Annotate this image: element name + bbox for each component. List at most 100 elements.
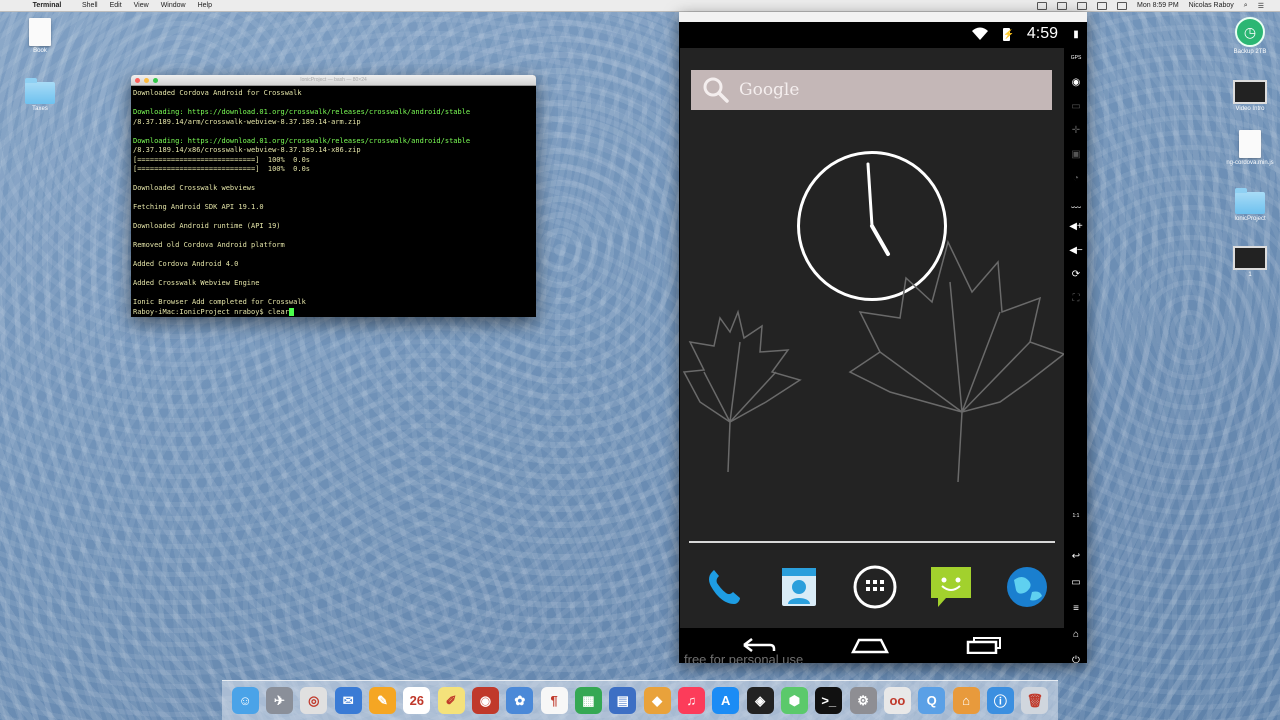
dock-app-store-icon[interactable]: A bbox=[712, 687, 740, 714]
sidebar-fullscreen-icon[interactable]: ⛶ bbox=[1068, 290, 1084, 306]
sidebar-one-to-one-button[interactable]: 1:1 bbox=[1068, 508, 1084, 524]
terminal-prompt[interactable]: Raboy-iMac:IonicProject nraboy$ clear bbox=[133, 307, 534, 318]
terminal-line: /8.37.189.14/x86/crosswalk-webview-8.37.… bbox=[133, 146, 361, 154]
desktop-icon-ionic-project[interactable]: IonicProject bbox=[1220, 188, 1280, 222]
phone-icon bbox=[709, 570, 740, 604]
sidebar-back-icon[interactable]: ↩ bbox=[1068, 548, 1084, 564]
app-drawer-icon bbox=[853, 565, 897, 609]
terminal-line: [============================] 100% 0.0s bbox=[133, 155, 311, 164]
dock-preview-icon[interactable]: ✉ bbox=[334, 687, 362, 714]
dock-photos-icon[interactable]: ✿ bbox=[506, 687, 534, 714]
browser-globe-icon bbox=[1007, 567, 1047, 607]
dock-trash-icon[interactable]: 🗑 bbox=[1021, 687, 1049, 714]
sidebar-dpad-icon[interactable]: ✛ bbox=[1068, 122, 1084, 138]
dock-system-preferences-icon[interactable]: ⚙ bbox=[849, 687, 877, 714]
spotlight-icon[interactable]: ⌕ bbox=[1244, 2, 1248, 10]
sidebar-rss-icon[interactable]: ◔ bbox=[1068, 170, 1084, 186]
desktop-icon-label: IonicProject bbox=[1234, 216, 1266, 222]
terminal-line: Downloaded Android runtime (API 19) bbox=[133, 222, 281, 230]
desktop-icon-ng-cordova[interactable]: ng-cordova.min.js bbox=[1220, 130, 1280, 166]
google-search-label: Google bbox=[739, 80, 800, 100]
video-file-icon bbox=[1233, 80, 1267, 104]
terminal-line: Removed old Cordova Android platform bbox=[133, 241, 285, 249]
app-drawer-button[interactable] bbox=[852, 564, 898, 610]
dock-chrome-icon[interactable]: ◎ bbox=[300, 687, 328, 714]
dock-unity-icon[interactable]: ◈ bbox=[746, 687, 774, 714]
menubar-clock[interactable]: Mon 8:59 PM bbox=[1137, 2, 1179, 9]
menu-help[interactable]: Help bbox=[192, 2, 218, 9]
rotate-icon[interactable]: ⟳ bbox=[1068, 266, 1084, 282]
desktop-icon-backup[interactable]: ◷ Backup 2TB bbox=[1220, 17, 1280, 55]
dock-pages-icon[interactable]: ✎ bbox=[368, 687, 396, 714]
wifi-icon[interactable] bbox=[1077, 1, 1088, 10]
watermark-text: free for personal use bbox=[684, 652, 804, 663]
dock-itunes-icon[interactable]: ♫ bbox=[677, 687, 705, 714]
dock-sketch-icon[interactable]: ◆ bbox=[643, 687, 671, 714]
home-icon bbox=[851, 638, 889, 654]
emulator-control-sidebar: ▮ GPS ◉ ▭ ✛ ▣ ◔ ﹏ ◀+ ◀− ⟳ ⛶ 1:1 ↩ ▭ ≡ ⌂ … bbox=[1065, 22, 1087, 666]
desktop-icon-taxes[interactable]: Taxes bbox=[10, 78, 70, 112]
nav-home-button[interactable] bbox=[850, 634, 890, 656]
bluetooth-icon[interactable] bbox=[1057, 1, 1068, 10]
dock-numbers-icon[interactable]: ▦ bbox=[574, 687, 602, 714]
android-emulator[interactable]: ⚡ 4:59 Google free for personal use ▮ GP… bbox=[679, 12, 1087, 666]
dock-textedit-icon[interactable]: ¶ bbox=[540, 687, 568, 714]
desktop-icon-label: Video Intro bbox=[1235, 106, 1265, 112]
dock-finder-icon[interactable]: ☺ bbox=[231, 687, 259, 714]
nav-recents-button[interactable] bbox=[964, 634, 1004, 656]
battery-icon[interactable] bbox=[1117, 1, 1128, 10]
dock-keynote-icon[interactable]: ▤ bbox=[609, 687, 637, 714]
menu-window[interactable]: Window bbox=[155, 2, 192, 9]
dock-calendar-icon[interactable]: 26 bbox=[403, 687, 431, 714]
terminal-line: Added Cordova Android 4.0 bbox=[133, 260, 239, 268]
sidebar-power-icon[interactable]: ▮ bbox=[1068, 26, 1084, 42]
sidebar-menu-icon[interactable]: ≡ bbox=[1068, 600, 1084, 616]
sidebar-recents-icon[interactable]: ▭ bbox=[1068, 574, 1084, 590]
sidebar-id-icon[interactable]: ▣ bbox=[1068, 146, 1084, 162]
desktop-icon-screen[interactable]: 1 bbox=[1220, 246, 1280, 278]
menubar-user[interactable]: Nicolas Raboy bbox=[1189, 2, 1234, 9]
volume-up-icon[interactable]: ◀+ bbox=[1068, 218, 1084, 234]
emulator-titlebar[interactable] bbox=[679, 12, 1087, 22]
desktop-icon-video-intro[interactable]: Video Intro bbox=[1220, 80, 1280, 112]
sidebar-gps-button[interactable]: GPS bbox=[1068, 50, 1084, 66]
android-home-screen[interactable]: ⚡ 4:59 Google free for personal use bbox=[680, 22, 1064, 663]
contacts-app-button[interactable] bbox=[776, 564, 822, 610]
menu-shell[interactable]: Shell bbox=[76, 2, 104, 9]
menu-bar: Terminal Shell Edit View Window Help Mon… bbox=[0, 0, 1280, 12]
dock-quicktime-icon[interactable]: Q bbox=[918, 687, 946, 714]
google-search-bar[interactable]: Google bbox=[691, 70, 1052, 110]
dropbox-icon[interactable] bbox=[1037, 1, 1048, 10]
dock-launchpad-icon[interactable]: ✈ bbox=[265, 687, 293, 714]
menu-edit[interactable]: Edit bbox=[104, 2, 128, 9]
messaging-app-button[interactable] bbox=[928, 564, 974, 610]
dock-maps-icon[interactable]: ⬢ bbox=[780, 687, 808, 714]
terminal-title: IonicProject — bash — 80×24 bbox=[300, 77, 367, 83]
menu-view[interactable]: View bbox=[128, 2, 155, 9]
sidebar-power-button-icon[interactable]: ⏻ bbox=[1068, 652, 1084, 668]
dock-flickr-icon[interactable]: oo bbox=[883, 687, 911, 714]
sidebar-home-icon[interactable]: ⌂ bbox=[1068, 626, 1084, 642]
terminal-titlebar[interactable]: IonicProject — bash — 80×24 bbox=[131, 75, 536, 86]
desktop-icon-label: Backup 2TB bbox=[1233, 49, 1267, 55]
sidebar-camera-icon[interactable]: ◉ bbox=[1068, 74, 1084, 90]
volume-icon[interactable] bbox=[1097, 1, 1108, 10]
terminal-line: Ionic Browser Add completed for Crosswal… bbox=[133, 298, 306, 306]
notifications-icon[interactable]: ☰ bbox=[1258, 2, 1264, 10]
terminal-window[interactable]: IonicProject — bash — 80×24 Downloaded C… bbox=[131, 75, 536, 317]
dock-home-icon[interactable]: ⌂ bbox=[952, 687, 980, 714]
dock-photo-booth-icon[interactable]: ◉ bbox=[471, 687, 499, 714]
browser-app-button[interactable] bbox=[1004, 564, 1050, 610]
dock-installer-icon[interactable]: ⓘ bbox=[986, 687, 1014, 714]
desktop-icon-book[interactable]: Book bbox=[10, 18, 70, 54]
volume-down-icon[interactable]: ◀− bbox=[1068, 242, 1084, 258]
dock-terminal-icon[interactable]: >_ bbox=[815, 687, 843, 714]
sidebar-battery-icon[interactable]: ▭ bbox=[1068, 98, 1084, 114]
phone-app-button[interactable] bbox=[700, 564, 746, 610]
terminal-output[interactable]: Downloaded Cordova Android for Crosswalk… bbox=[131, 86, 536, 317]
terminal-cursor bbox=[288, 307, 294, 316]
dock-notes-icon[interactable]: ✐ bbox=[437, 687, 465, 714]
status-time: 4:59 bbox=[1026, 25, 1058, 42]
